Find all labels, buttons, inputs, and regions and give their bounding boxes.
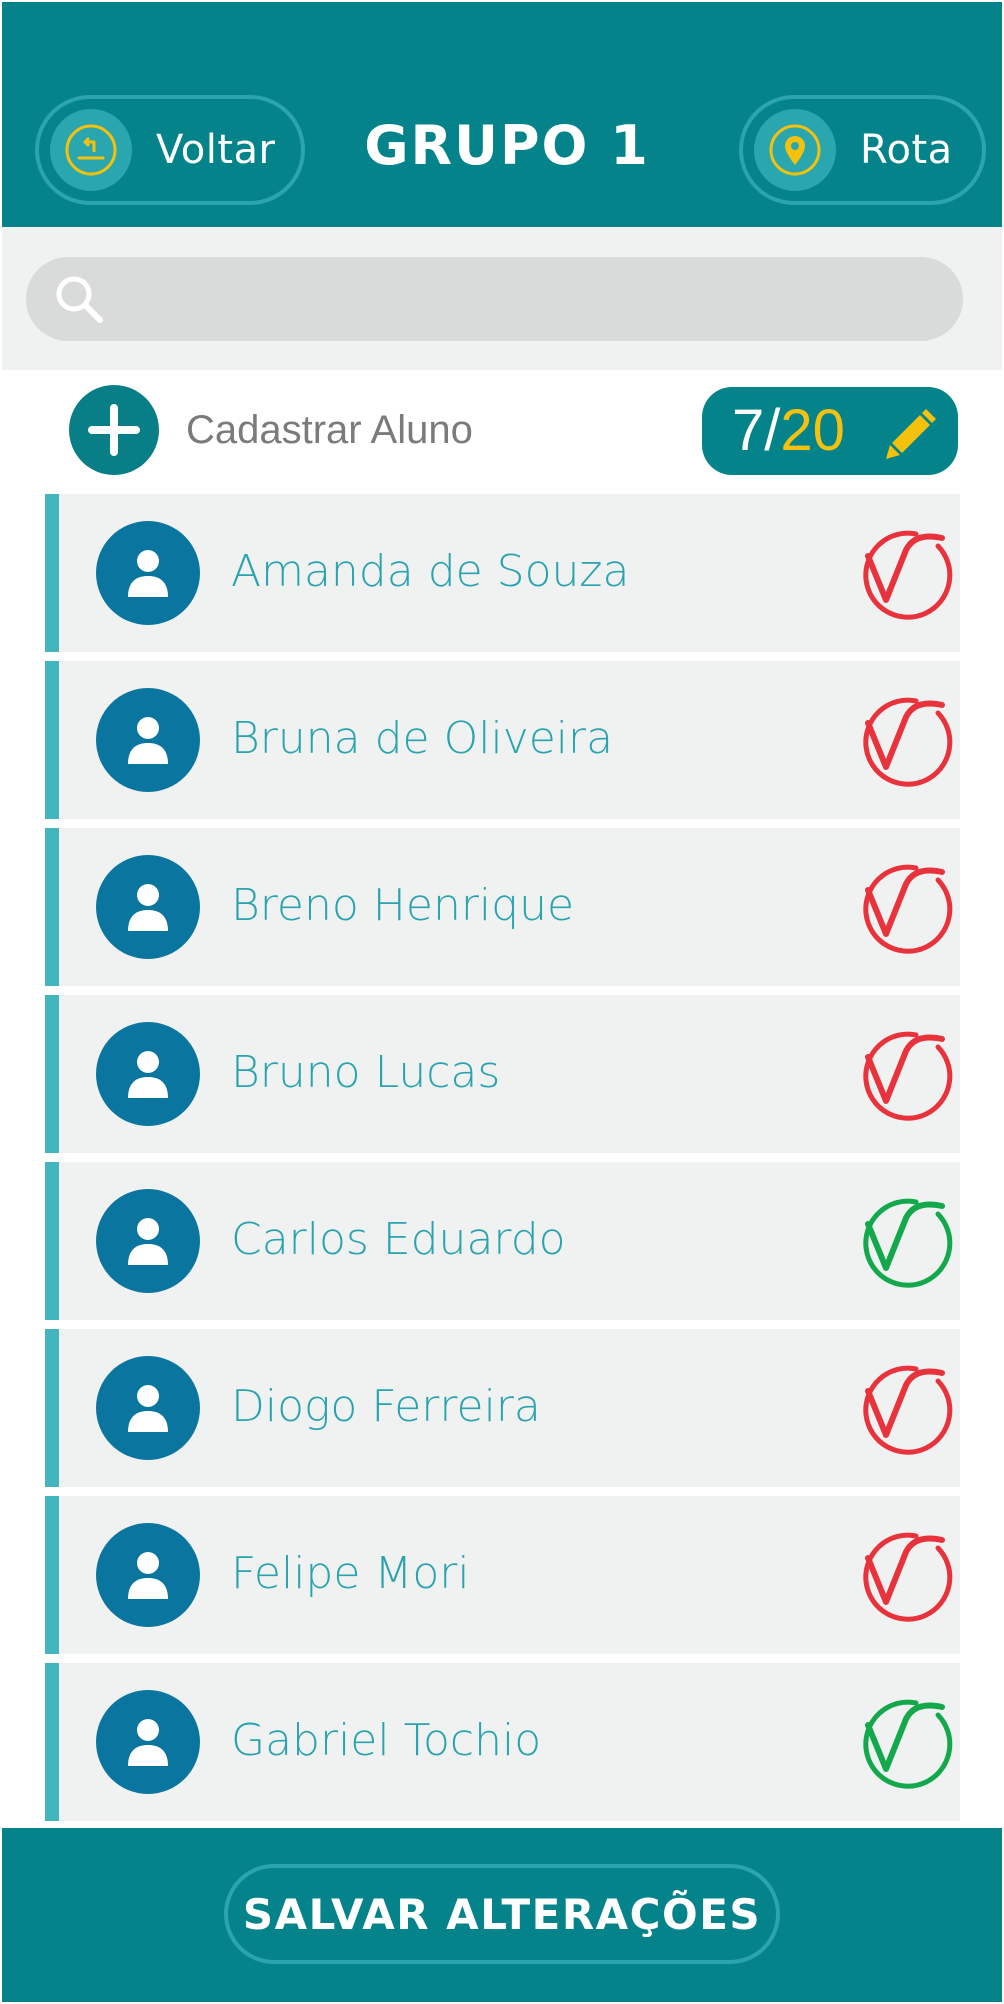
counter-text: 7/20 <box>732 402 845 460</box>
user-avatar-icon <box>96 1690 200 1794</box>
map-pin-icon <box>754 109 836 191</box>
student-name: Carlos Eduardo <box>231 1214 566 1265</box>
user-avatar-icon <box>96 855 200 959</box>
back-button[interactable]: Voltar <box>35 95 305 205</box>
list-item[interactable]: Bruno Lucas <box>45 995 960 1153</box>
pencil-icon[interactable] <box>878 399 942 463</box>
list-item[interactable]: Carlos Eduardo <box>45 1162 960 1320</box>
present-check-icon[interactable] <box>846 1693 956 1793</box>
counter-current: 7 <box>732 398 765 463</box>
route-button[interactable]: Rota <box>739 95 986 205</box>
attendance-counter[interactable]: 7/20 <box>702 387 958 475</box>
user-avatar-icon <box>96 688 200 792</box>
present-check-icon[interactable] <box>846 1192 956 1292</box>
list-item[interactable]: Gabriel Tochio <box>45 1663 960 1821</box>
absent-check-icon[interactable] <box>846 691 956 791</box>
student-name: Gabriel Tochio <box>231 1715 542 1766</box>
user-avatar-icon <box>96 1356 200 1460</box>
list-item[interactable]: Bruna de Oliveira <box>45 661 960 819</box>
user-avatar-icon <box>96 1189 200 1293</box>
list-item[interactable]: Diogo Ferreira <box>45 1329 960 1487</box>
user-avatar-icon <box>96 1523 200 1627</box>
student-name: Diogo Ferreira <box>231 1381 541 1432</box>
search-bar <box>2 227 1002 370</box>
list-item[interactable]: Felipe Mori <box>45 1496 960 1654</box>
plus-icon <box>88 404 140 456</box>
student-name: Breno Henrique <box>231 880 575 931</box>
app-header: Voltar GRUPO 1 Rota <box>2 2 1002 227</box>
absent-check-icon[interactable] <box>846 858 956 958</box>
page-title: GRUPO 1 <box>364 114 650 177</box>
app-footer: SALVAR ALTERAÇÕES <box>2 1828 1002 2002</box>
back-label: Voltar <box>156 127 276 173</box>
absent-check-icon[interactable] <box>846 524 956 624</box>
student-name: Bruno Lucas <box>231 1047 501 1098</box>
student-name: Felipe Mori <box>231 1548 470 1599</box>
list-item[interactable]: Amanda de Souza <box>45 494 960 652</box>
user-avatar-icon <box>96 1022 200 1126</box>
counter-separator: / <box>764 398 781 463</box>
return-arrow-icon <box>50 109 132 191</box>
user-avatar-icon <box>96 521 200 625</box>
student-name: Amanda de Souza <box>231 546 630 597</box>
add-student-button[interactable] <box>69 385 159 475</box>
absent-check-icon[interactable] <box>846 1359 956 1459</box>
save-changes-button[interactable]: SALVAR ALTERAÇÕES <box>224 1864 780 1964</box>
add-student-label[interactable]: Cadastrar Aluno <box>186 408 473 453</box>
absent-check-icon[interactable] <box>846 1526 956 1626</box>
route-label: Rota <box>860 127 953 173</box>
counter-total: 20 <box>780 398 845 463</box>
student-name: Bruna de Oliveira <box>231 713 614 764</box>
list-item[interactable]: Breno Henrique <box>45 828 960 986</box>
search-input[interactable] <box>26 257 963 341</box>
absent-check-icon[interactable] <box>846 1025 956 1125</box>
search-icon <box>56 276 103 323</box>
student-list: Amanda de Souza Bruna de Oliveira Breno He… <box>45 494 960 1830</box>
